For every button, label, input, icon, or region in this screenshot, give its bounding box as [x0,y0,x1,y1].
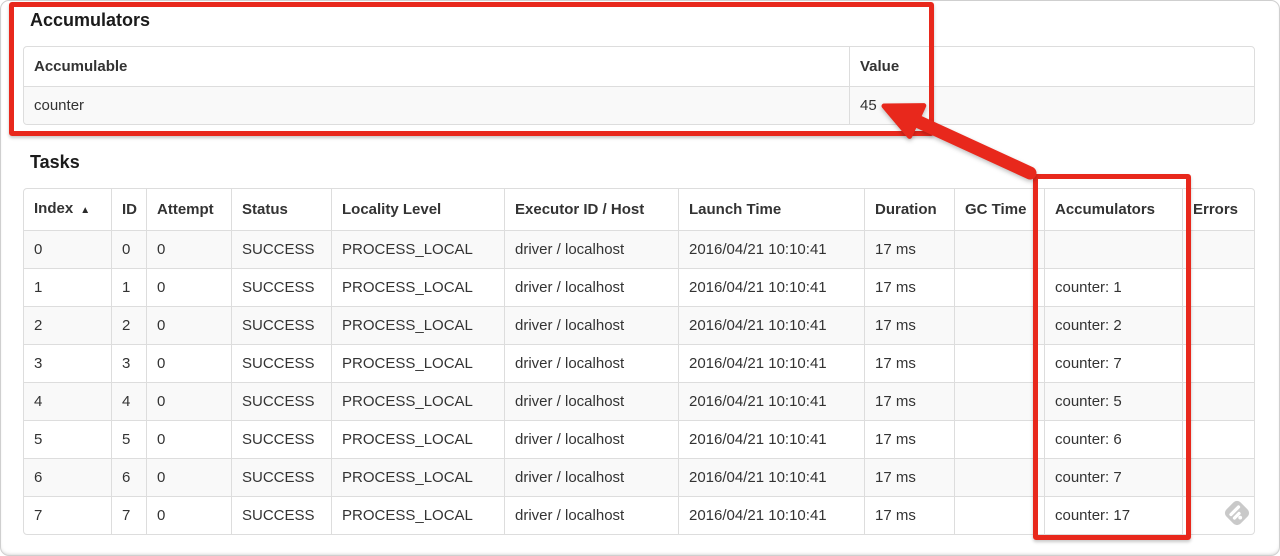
task-cell: 2 [24,306,111,344]
task-cell [954,458,1044,496]
tasks-header-duration[interactable]: Duration [864,189,954,230]
task-cell: 17 ms [864,306,954,344]
task-cell: 3 [24,344,111,382]
task-cell: SUCCESS [231,230,331,268]
task-cell: driver / localhost [504,420,678,458]
task-cell: SUCCESS [231,458,331,496]
task-cell: driver / localhost [504,230,678,268]
task-cell: driver / localhost [504,306,678,344]
tasks-header-attempt[interactable]: Attempt [146,189,231,230]
task-cell: driver / localhost [504,382,678,420]
task-cell: 1 [24,268,111,306]
tasks-section-title: Tasks [30,152,80,172]
task-cell: PROCESS_LOCAL [331,458,504,496]
task-cell: driver / localhost [504,496,678,534]
task-cell: PROCESS_LOCAL [331,306,504,344]
task-cell: 17 ms [864,496,954,534]
task-cell: 5 [24,420,111,458]
annotation-stamp-icon [1224,500,1250,526]
tasks-header-gc-time[interactable]: GC Time [954,189,1044,230]
task-cell [954,268,1044,306]
task-cell [1182,420,1254,458]
task-cell: 0 [146,382,231,420]
task-cell: 2016/04/21 10:10:41 [678,382,864,420]
task-cell: PROCESS_LOCAL [331,230,504,268]
task-cell [954,230,1044,268]
task-cell: 0 [146,268,231,306]
task-cell [1182,382,1254,420]
task-cell: 2016/04/21 10:10:41 [678,420,864,458]
task-cell: SUCCESS [231,268,331,306]
task-cell: driver / localhost [504,344,678,382]
tasks-header-index[interactable]: Index ▲ [24,189,111,230]
tasks-header-locality-level[interactable]: Locality Level [331,189,504,230]
task-cell: 0 [146,306,231,344]
task-cell: 4 [111,382,146,420]
tasks-header-launch-time[interactable]: Launch Time [678,189,864,230]
tasks-header-index-label: Index [34,200,74,217]
task-cell: SUCCESS [231,382,331,420]
task-cell [954,382,1044,420]
tasks-header-executor-id-host[interactable]: Executor ID / Host [504,189,678,230]
task-cell: 0 [146,496,231,534]
task-cell: 17 ms [864,268,954,306]
tasks-header-id[interactable]: ID [111,189,146,230]
task-cell: 17 ms [864,458,954,496]
task-cell: 2016/04/21 10:10:41 [678,458,864,496]
task-cell [1182,230,1254,268]
task-cell: 5 [111,420,146,458]
task-cell: SUCCESS [231,496,331,534]
task-cell: PROCESS_LOCAL [331,382,504,420]
task-cell: 17 ms [864,420,954,458]
task-cell: 4 [24,382,111,420]
task-cell: driver / localhost [504,458,678,496]
task-cell [954,344,1044,382]
task-cell: 2016/04/21 10:10:41 [678,496,864,534]
task-cell: 17 ms [864,382,954,420]
task-cell [1182,306,1254,344]
task-cell [954,420,1044,458]
task-cell: 0 [146,420,231,458]
task-cell [1182,268,1254,306]
sort-ascending-icon: ▲ [80,205,91,216]
task-cell: 17 ms [864,344,954,382]
task-cell: SUCCESS [231,344,331,382]
task-cell: SUCCESS [231,420,331,458]
task-cell: 0 [111,230,146,268]
task-cell: 2016/04/21 10:10:41 [678,306,864,344]
task-cell [1182,344,1254,382]
accumulators-column-highlight-box [1033,174,1191,540]
task-cell: 2016/04/21 10:10:41 [678,268,864,306]
task-cell: PROCESS_LOCAL [331,268,504,306]
task-cell: 1 [111,268,146,306]
task-cell: 7 [24,496,111,534]
task-cell: 0 [146,458,231,496]
task-cell: 7 [111,496,146,534]
task-cell: 0 [146,344,231,382]
task-cell: 2016/04/21 10:10:41 [678,230,864,268]
task-cell [954,496,1044,534]
tasks-header-status[interactable]: Status [231,189,331,230]
task-cell: 2 [111,306,146,344]
task-cell: 17 ms [864,230,954,268]
task-cell: PROCESS_LOCAL [331,496,504,534]
spark-stage-detail-page: Accumulators Accumulable Value counter 4… [0,0,1280,556]
task-cell [954,306,1044,344]
task-cell: 0 [146,230,231,268]
task-cell: SUCCESS [231,306,331,344]
task-cell: 6 [111,458,146,496]
tasks-header-errors[interactable]: Errors [1182,189,1254,230]
task-cell: 2016/04/21 10:10:41 [678,344,864,382]
task-cell: 0 [24,230,111,268]
task-cell: driver / localhost [504,268,678,306]
task-cell: PROCESS_LOCAL [331,420,504,458]
task-cell: PROCESS_LOCAL [331,344,504,382]
accumulators-highlight-box [9,2,934,136]
task-cell: 3 [111,344,146,382]
task-cell [1182,458,1254,496]
task-cell: 6 [24,458,111,496]
